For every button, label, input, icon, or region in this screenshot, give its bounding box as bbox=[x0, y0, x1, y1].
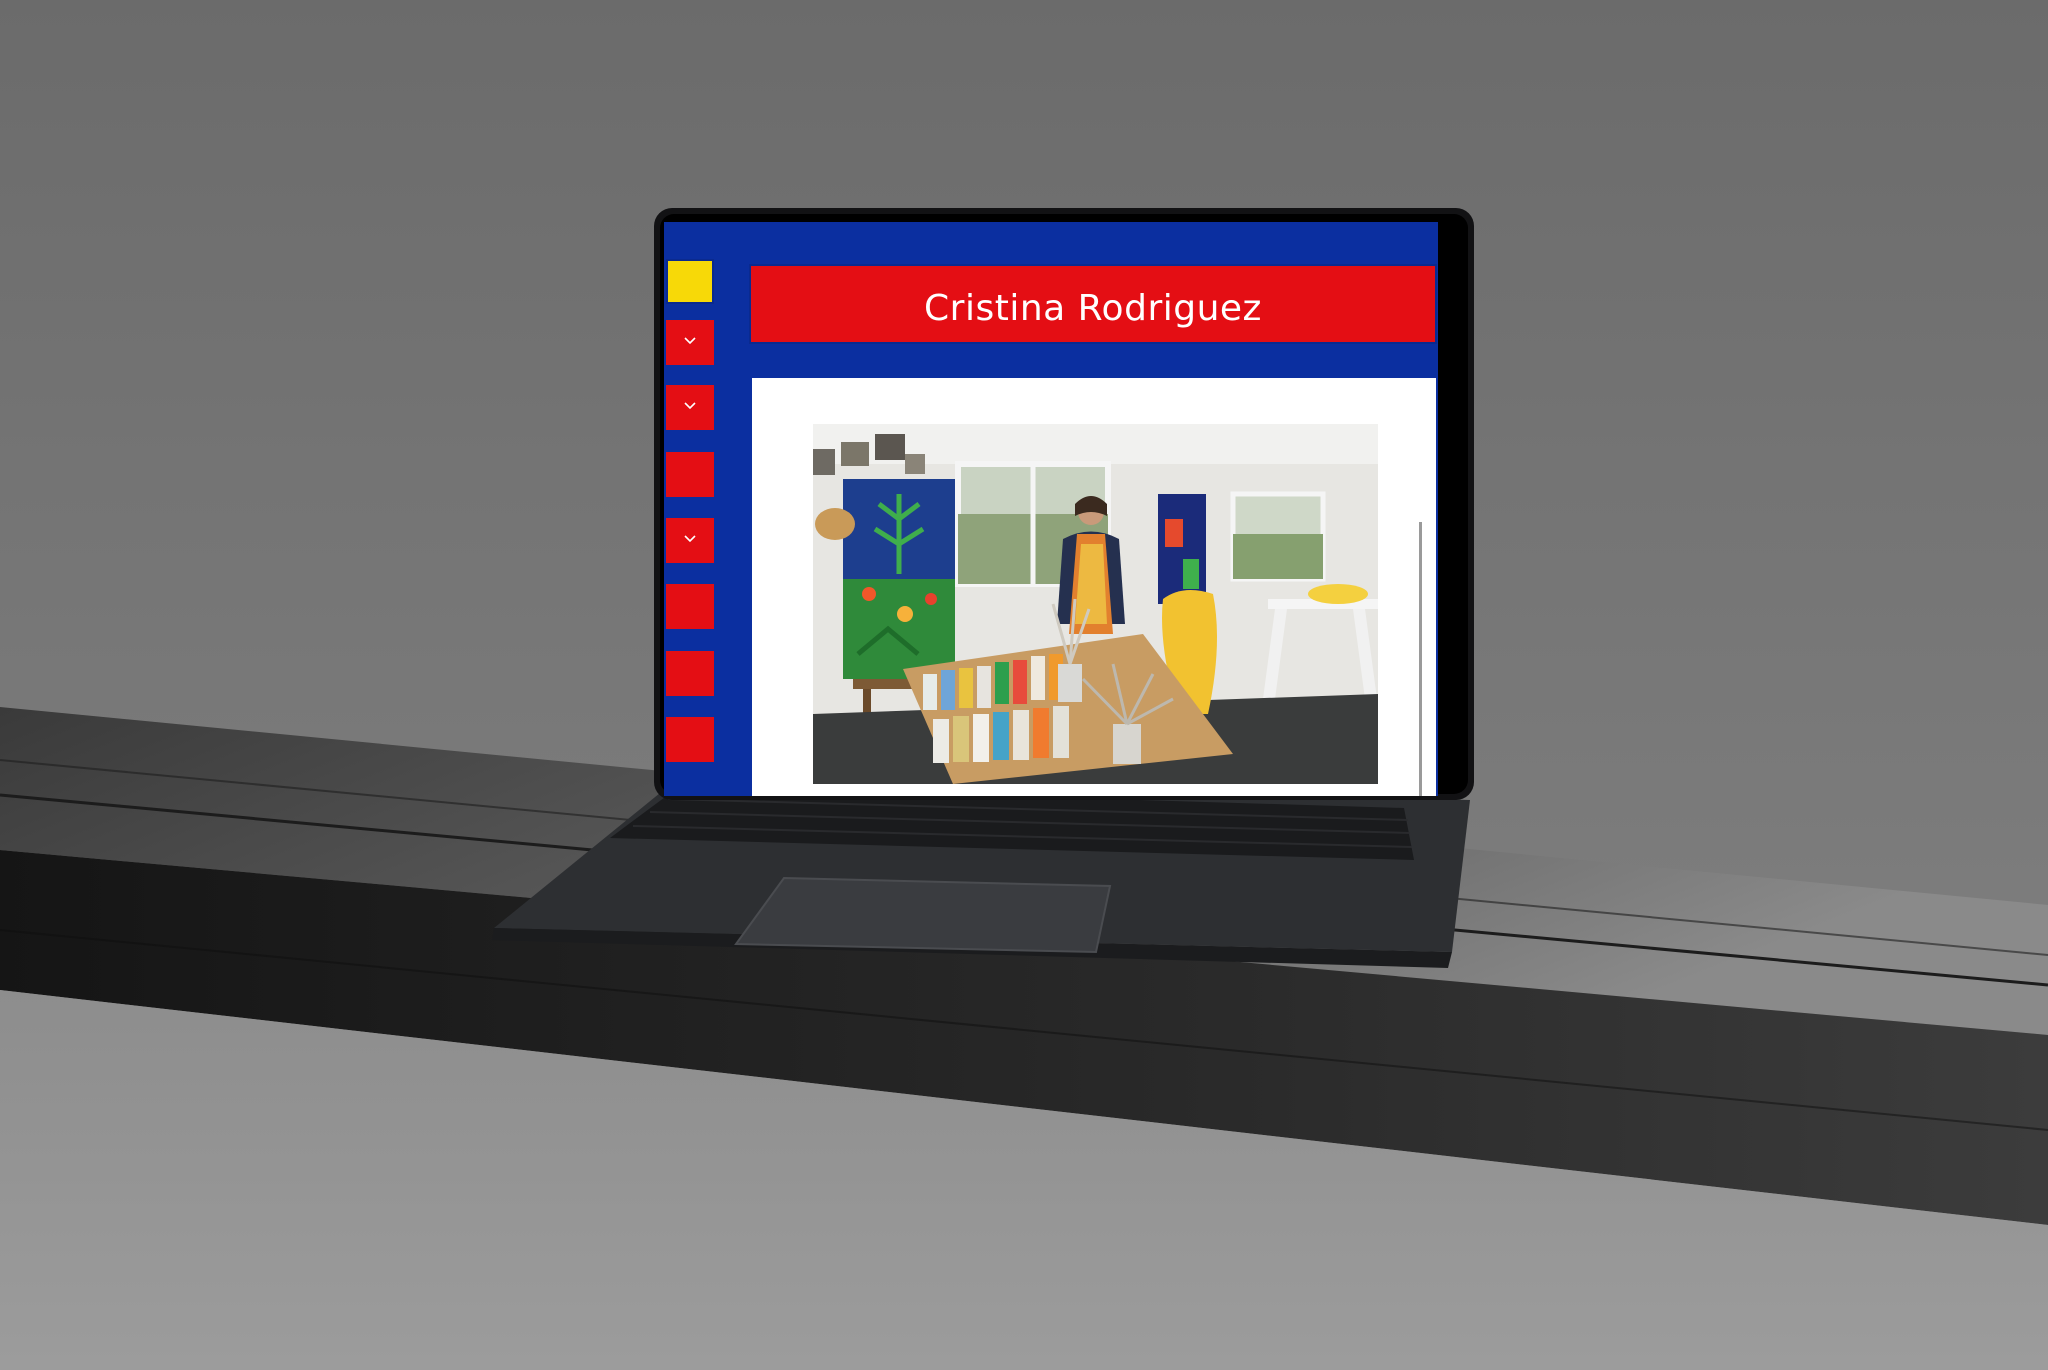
scrollbar[interactable] bbox=[1419, 522, 1422, 796]
site-logo[interactable] bbox=[666, 259, 714, 304]
mockup-scene: Cristina Rodriguez bbox=[0, 0, 2048, 1370]
sidebar-item-3[interactable] bbox=[666, 450, 714, 497]
sidebar-item-7[interactable] bbox=[666, 715, 714, 762]
sidebar-nav bbox=[664, 222, 716, 796]
chevron-down-icon bbox=[684, 402, 696, 410]
page-title: Cristina Rodriguez bbox=[924, 287, 1262, 329]
sidebar-item-1[interactable] bbox=[666, 318, 714, 365]
sidebar-item-6[interactable] bbox=[666, 649, 714, 696]
studio-photo-image bbox=[813, 424, 1378, 784]
sidebar-item-4[interactable] bbox=[666, 516, 714, 563]
browser-viewport: Cristina Rodriguez bbox=[664, 222, 1438, 796]
chevron-down-icon bbox=[684, 535, 696, 543]
sidebar-item-5[interactable] bbox=[666, 582, 714, 629]
site-header: Cristina Rodriguez bbox=[749, 264, 1437, 344]
chevron-down-icon bbox=[684, 337, 696, 345]
sidebar-item-2[interactable] bbox=[666, 383, 714, 430]
artist-studio-photo bbox=[813, 424, 1378, 784]
